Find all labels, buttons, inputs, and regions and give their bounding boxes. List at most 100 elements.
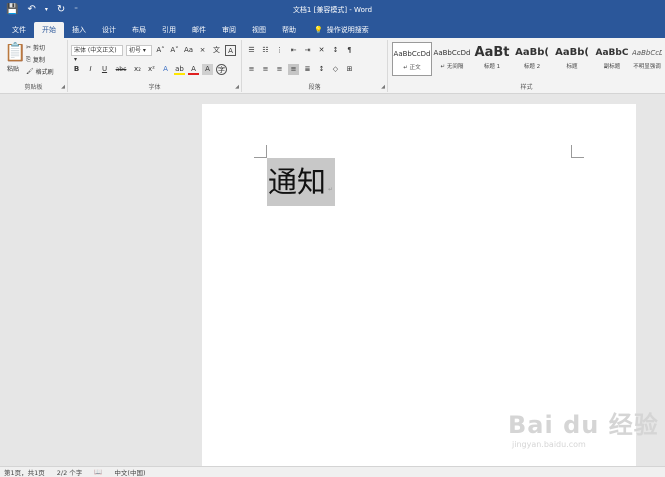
sort-button[interactable]: ↕ <box>330 45 341 56</box>
window-title: 文档1 [兼容模式] - Word <box>292 6 373 14</box>
selected-document-text[interactable]: 通知 <box>267 158 335 206</box>
tab-references[interactable]: 引用 <box>154 22 184 38</box>
enclose-char-button[interactable]: 字 <box>216 64 227 75</box>
font-size-value: 初号 <box>129 47 142 54</box>
copy-button[interactable]: ⎘ 复制 <box>26 55 45 65</box>
char-border-button[interactable]: A <box>225 45 236 56</box>
tab-home[interactable]: 开始 <box>34 22 64 38</box>
paste-button[interactable]: 📋 粘贴 <box>4 42 27 73</box>
cut-button[interactable]: ✂ 剪切 <box>26 43 45 52</box>
increase-indent-button[interactable]: ⇥ <box>302 45 313 56</box>
page-count[interactable]: 第1页，共1页 <box>4 467 45 477</box>
clipboard-launcher-icon[interactable]: ◢ <box>61 84 65 90</box>
tab-review[interactable]: 审阅 <box>214 22 244 38</box>
tab-file[interactable]: 文件 <box>4 22 34 38</box>
show-marks-button[interactable]: ¶ <box>344 45 355 56</box>
bold-button[interactable]: B <box>71 64 82 75</box>
watermark-logo: Bai du 经验 <box>508 411 659 439</box>
clipboard-icon: 📋 <box>4 42 27 63</box>
font-launcher-icon[interactable]: ◢ <box>235 84 239 90</box>
font-name-dropdown[interactable]: 宋体 (中文正文) ▾ <box>71 45 123 63</box>
style-preview: AaBt <box>474 45 510 60</box>
paste-label: 粘贴 <box>6 66 19 73</box>
justify-button[interactable]: ≡ <box>288 64 299 75</box>
borders-button[interactable]: ⊞ <box>344 64 355 75</box>
phonetic-guide-button[interactable]: 文 <box>211 45 222 56</box>
superscript-button[interactable]: x² <box>146 64 157 75</box>
style-title[interactable]: AaBb( 标题 <box>552 42 592 76</box>
style-preview: AaBbC <box>595 48 629 58</box>
tab-layout[interactable]: 布局 <box>124 22 154 38</box>
title-bar: 💾 ↶ ▾ ↻ ⁼ 文档1 [兼容模式] - Word <box>0 0 665 20</box>
style-name: ↵ 无间隔 <box>440 64 464 70</box>
crop-mark-top-right <box>571 145 584 158</box>
tab-view[interactable]: 视图 <box>244 22 274 38</box>
font-size-dropdown[interactable]: 初号 ▾ <box>126 45 152 56</box>
tab-design[interactable]: 设计 <box>94 22 124 38</box>
style-no-spacing[interactable]: AaBbCcDd ↵ 无间隔 <box>432 42 472 76</box>
paragraph-group: ☰ ☷ ⋮ ⇤ ⇥ ✕ ↕ ¶ ≡ ≡ ≡ ≡ ≣ ↕ ◇ ⊞ 段落 ◢ <box>242 40 388 92</box>
chinese-layout-button[interactable]: ✕ <box>316 45 327 56</box>
style-preview: AaBbCcDd <box>632 49 662 57</box>
font-group-label: 字体 <box>148 84 161 91</box>
align-right-button[interactable]: ≡ <box>274 64 285 75</box>
italic-button[interactable]: I <box>85 64 96 75</box>
tab-insert[interactable]: 插入 <box>64 22 94 38</box>
multilevel-list-button[interactable]: ⋮ <box>274 45 285 56</box>
status-bar: 第1页，共1页 2/2 个字 📖 中文(中国) <box>0 466 665 477</box>
style-preview: AaBb( <box>555 47 589 58</box>
paragraph-launcher-icon[interactable]: ◢ <box>381 84 385 90</box>
tell-me-search[interactable]: 💡 操作说明搜索 <box>314 22 369 38</box>
style-heading2[interactable]: AaBb( 标题 2 <box>512 42 552 76</box>
lightbulb-icon: 💡 <box>314 26 323 34</box>
style-heading1[interactable]: AaBt 标题 1 <box>472 42 512 76</box>
copy-label: 复制 <box>32 57 45 64</box>
decrease-indent-button[interactable]: ⇤ <box>288 45 299 56</box>
clear-format-button[interactable]: ⨯ <box>197 45 208 56</box>
shading-button[interactable]: ◇ <box>330 64 341 75</box>
proofing-icon[interactable]: 📖 <box>94 468 102 476</box>
style-name: 标题 1 <box>483 64 501 70</box>
tab-help[interactable]: 帮助 <box>274 22 304 38</box>
format-painter-button[interactable]: 🖌 格式刷 <box>26 67 54 76</box>
font-group: 宋体 (中文正文) ▾ 初号 ▾ A˄ A˅ Aa ⨯ 文 A B I U ab… <box>68 40 242 92</box>
style-normal[interactable]: AaBbCcDd ↵ 正文 <box>392 42 432 76</box>
highlight-button[interactable]: ab <box>174 64 185 75</box>
distributed-button[interactable]: ≣ <box>302 64 313 75</box>
numbering-button[interactable]: ☷ <box>260 45 271 56</box>
subscript-button[interactable]: x₂ <box>132 64 143 75</box>
word-count[interactable]: 2/2 个字 <box>57 467 83 477</box>
style-subtitle[interactable]: AaBbC 副标题 <box>592 42 632 76</box>
scissors-icon: ✂ <box>26 44 32 51</box>
tell-me-label: 操作说明搜索 <box>326 26 369 34</box>
language-indicator[interactable]: 中文(中国) <box>114 467 145 477</box>
font-name-value: 宋体 (中文正文) <box>74 47 117 54</box>
format-painter-label: 格式刷 <box>35 69 54 76</box>
ribbon: 📋 粘贴 ✂ 剪切 ⎘ 复制 🖌 格式刷 剪贴板 ◢ 宋体 (中文正文) ▾ 初… <box>0 38 665 94</box>
watermark-url: jingyan.baidu.com <box>512 440 586 449</box>
strikethrough-button[interactable]: abc <box>113 64 129 75</box>
clipboard-group-label: 剪贴板 <box>24 84 43 91</box>
center-button[interactable]: ≡ <box>260 64 271 75</box>
paragraph-group-label: 段落 <box>308 84 321 91</box>
styles-group-label: 样式 <box>520 84 533 91</box>
char-shading-button[interactable]: A <box>202 64 213 75</box>
align-left-button[interactable]: ≡ <box>246 64 257 75</box>
line-spacing-button[interactable]: ↕ <box>316 64 327 75</box>
shrink-font-button[interactable]: A˅ <box>169 45 180 56</box>
style-preview: AaBbCcDd <box>433 49 471 57</box>
style-name: 标题 <box>566 64 578 70</box>
font-color-button[interactable]: A <box>188 64 199 75</box>
paintbrush-icon: 🖌 <box>26 68 34 75</box>
style-subtle-emphasis[interactable]: AaBbCcDd 不明显强调 <box>632 42 662 76</box>
style-name: 标题 2 <box>523 64 541 70</box>
clipboard-group: 📋 粘贴 ✂ 剪切 ⎘ 复制 🖌 格式刷 剪贴板 ◢ <box>0 40 68 92</box>
bullets-button[interactable]: ☰ <box>246 45 257 56</box>
paragraph-mark: ↵ <box>328 186 334 193</box>
tab-mailings[interactable]: 邮件 <box>184 22 214 38</box>
underline-button[interactable]: U <box>99 64 110 75</box>
grow-font-button[interactable]: A˄ <box>155 45 166 56</box>
text-effects-button[interactable]: A <box>160 64 171 75</box>
style-name: ↵ 正文 <box>403 65 421 71</box>
change-case-button[interactable]: Aa <box>183 45 194 56</box>
